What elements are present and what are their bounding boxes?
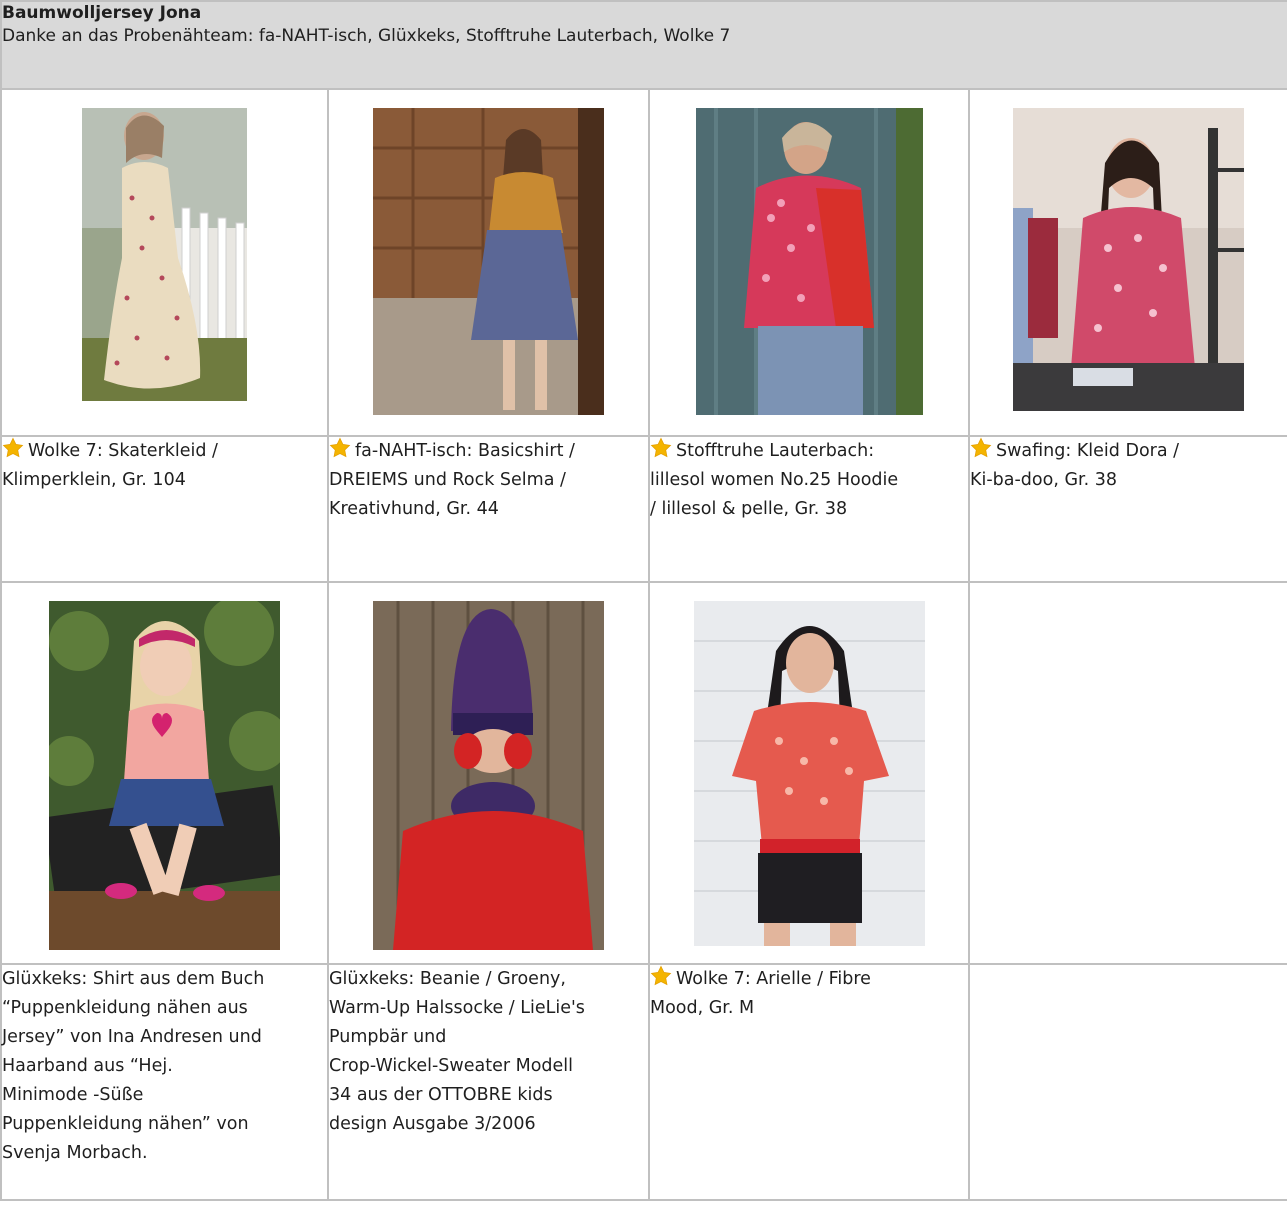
photo-cell — [648, 88, 970, 437]
photo-cell — [327, 88, 650, 437]
woman-in-mustard-top-and-blue-skirt-photo — [373, 108, 604, 415]
photo-cell — [0, 581, 329, 965]
woman-in-floral-puff-sleeve-top-photo — [693, 601, 925, 946]
caption-cell: Glüxkeks: Beanie / Groeny, Warm-Up Halss… — [327, 963, 650, 1201]
caption-cell: fa-NAHT-isch: Basicshirt / DREIEMS und R… — [327, 435, 650, 583]
star-icon — [970, 437, 992, 459]
star-icon — [329, 437, 351, 459]
doll-in-shirt-and-skirt-photo — [49, 601, 280, 950]
caption-text: Wolke 7: Skaterkleid / Klimperklein, Gr.… — [2, 441, 218, 490]
star-icon — [650, 437, 672, 459]
photo-cell — [0, 88, 329, 437]
caption-cell: Wolke 7: Skaterkleid / Klimperklein, Gr.… — [0, 435, 329, 583]
woman-in-floral-hoodie-photo — [695, 108, 923, 415]
caption-text: Wolke 7: Arielle / Fibre Mood, Gr. M — [650, 969, 871, 1018]
caption-text: Stofftruhe Lauterbach: lillesol women No… — [650, 441, 899, 519]
thanks-line: Danke an das Probenähteam: fa-NAHT-isch,… — [2, 26, 731, 46]
girl-in-floral-skater-dress-photo — [82, 108, 247, 401]
table-header: Baumwolljersey Jona Danke an das Probenä… — [0, 0, 1287, 90]
caption-cell: Swafing: Kleid Dora / Ki-ba-doo, Gr. 38 — [967, 435, 1287, 583]
fabric-title: Baumwolljersey Jona — [2, 3, 202, 23]
child-in-beanie-and-red-sweater-photo — [373, 601, 604, 950]
sewing-samples-table: Baumwolljersey Jona Danke an das Probenä… — [0, 0, 1287, 1201]
caption-text: fa-NAHT-isch: Basicshirt / DREIEMS und R… — [329, 441, 575, 519]
caption-text: Swafing: Kleid Dora / Ki-ba-doo, Gr. 38 — [970, 441, 1180, 490]
photo-cell — [327, 581, 650, 965]
star-icon — [650, 965, 672, 987]
woman-in-floral-dress-shop-photo — [1013, 108, 1245, 411]
star-icon — [2, 437, 24, 459]
caption-cell: Stofftruhe Lauterbach: lillesol women No… — [648, 435, 970, 583]
caption-cell: Glüxkeks: Shirt aus dem Buch “Puppenklei… — [0, 963, 329, 1201]
caption-text: Glüxkeks: Shirt aus dem Buch “Puppenklei… — [2, 969, 265, 1163]
caption-text: Glüxkeks: Beanie / Groeny, Warm-Up Halss… — [329, 969, 585, 1134]
empty-cell — [967, 963, 1287, 1201]
photo-cell — [967, 88, 1287, 437]
photo-cell — [648, 581, 970, 965]
empty-cell — [967, 581, 1287, 965]
caption-cell: Wolke 7: Arielle / Fibre Mood, Gr. M — [648, 963, 970, 1201]
